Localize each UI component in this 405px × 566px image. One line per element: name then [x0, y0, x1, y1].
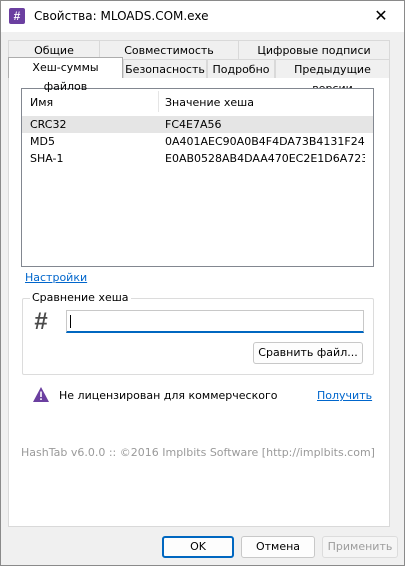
tab-details[interactable]: Подробно — [207, 59, 275, 78]
tab-file-hashes[interactable]: Хеш-суммы файлов — [8, 57, 123, 93]
tab-previous-versions[interactable]: Предыдущие версии — [275, 59, 390, 95]
window-title: Свойства: MLOADS.COM.exe — [34, 9, 209, 23]
hash-name: MD5 — [30, 135, 55, 148]
hash-name: SHA-1 — [30, 152, 64, 165]
hash-icon: # — [34, 308, 48, 335]
hash-compare-input[interactable] — [66, 310, 364, 333]
version-credits: HashTab v6.0.0 :: ©2016 Implbits Softwar… — [21, 446, 375, 459]
settings-link[interactable]: Настройки — [25, 271, 87, 284]
hash-value: E0AB0528AB4DAA470EC2E1D6A723... — [165, 152, 365, 165]
hash-value: FC4E7A56 — [165, 118, 222, 131]
table-row[interactable]: CRC32 FC4E7A56 — [22, 116, 373, 133]
tab-security[interactable]: Безопасность — [123, 59, 207, 78]
apply-button[interactable]: Применить — [322, 536, 398, 558]
table-row[interactable]: SHA-1 E0AB0528AB4DAA470EC2E1D6A723... — [22, 150, 373, 167]
close-button[interactable]: ✕ — [358, 1, 404, 32]
hash-value: 0A401AEC90A0B4F4DA73B4131F24E... — [165, 135, 365, 148]
column-divider[interactable] — [158, 91, 159, 112]
hash-list[interactable]: Имя Значение хеша CRC32 FC4E7A56 MD5 0A4… — [21, 88, 374, 267]
text-caret — [70, 315, 71, 328]
warning-icon — [33, 387, 49, 402]
hashtab-icon: # — [9, 8, 25, 24]
column-header-hash-value[interactable]: Значение хеша — [165, 96, 254, 109]
hash-name: CRC32 — [30, 118, 67, 131]
hash-compare-title: Сравнение хеша — [30, 291, 131, 304]
compare-file-button[interactable]: Сравнить файл... — [253, 342, 363, 364]
cancel-button[interactable]: Отмена — [241, 536, 315, 558]
column-header-name[interactable]: Имя — [30, 96, 53, 109]
license-warning-text: Не лицензирован для коммерческого — [59, 389, 278, 402]
tab-digital-signatures[interactable]: Цифровые подписи — [238, 40, 390, 59]
table-row[interactable]: MD5 0A401AEC90A0B4F4DA73B4131F24E... — [22, 133, 373, 150]
title-bar: # Свойства: MLOADS.COM.exe ✕ — [1, 1, 404, 32]
ok-button[interactable]: OK — [162, 536, 234, 558]
get-license-link[interactable]: Получить — [317, 389, 372, 402]
